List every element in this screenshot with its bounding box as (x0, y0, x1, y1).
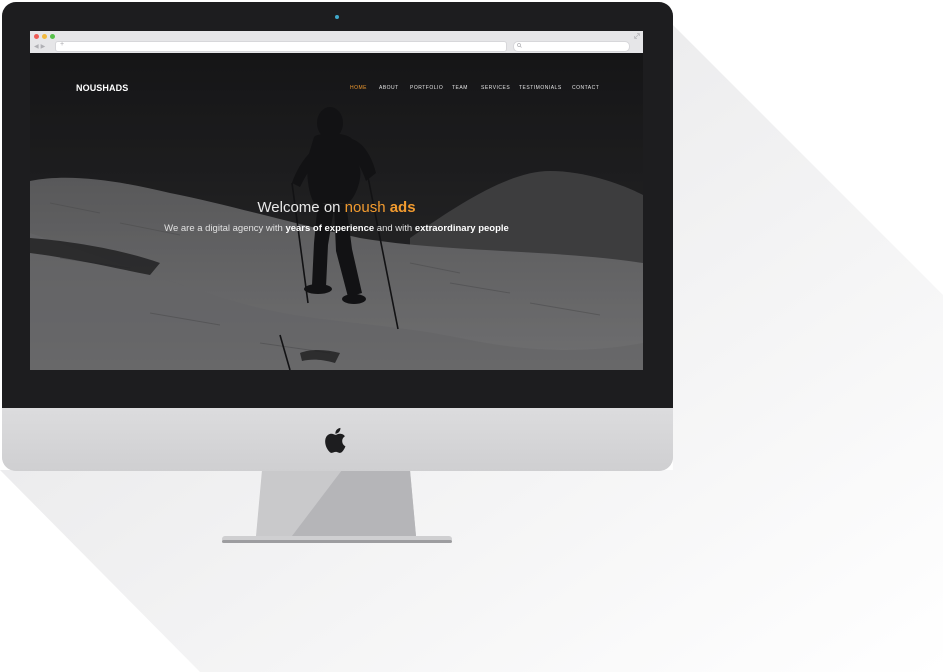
subtitle-part1: We are a digital agency with (164, 223, 286, 234)
hero-section: NOUSHADS HOME ABOUT PORTFOLIO TEAM SERVI… (30, 53, 643, 370)
nav-team[interactable]: TEAM (452, 85, 468, 91)
fullscreen-icon[interactable] (634, 33, 640, 39)
nav-portfolio[interactable]: PORTFOLIO (410, 85, 443, 91)
hero-subtitle: We are a digital agency with years of ex… (30, 223, 643, 234)
zoom-dot[interactable] (50, 34, 55, 39)
subtitle-part2: and with (374, 223, 415, 234)
nav-testimonials[interactable]: TESTIMONIALS (519, 85, 562, 91)
nav-menu: HOME ABOUT PORTFOLIO TEAM SERVICES TESTI… (30, 85, 643, 95)
search-icon (517, 43, 522, 48)
browser-search-field[interactable] (513, 41, 630, 52)
headline-accent: noush (344, 199, 386, 216)
monitor-stand (222, 470, 452, 543)
nav-contact[interactable]: CONTACT (572, 85, 599, 91)
nav-home[interactable]: HOME (350, 85, 367, 91)
hero-headline: Welcome on noush ads (30, 199, 643, 216)
browser-toolbar: ◀▶ + (30, 31, 643, 54)
subtitle-bold1: years of experience (285, 223, 375, 234)
camera-icon (335, 15, 339, 19)
apple-logo-icon (325, 427, 346, 453)
subtitle-bold2: extraordinary people (414, 223, 509, 234)
nav-services[interactable]: SERVICES (481, 85, 510, 91)
headline-accent-bold: ads (389, 199, 416, 216)
minimize-dot[interactable] (42, 34, 47, 39)
back-forward-arrows-icon[interactable]: ◀▶ (34, 43, 47, 50)
headline-prefix: Welcome on (257, 199, 345, 216)
address-bar[interactable]: + (55, 41, 507, 52)
close-dot[interactable] (34, 34, 39, 39)
add-tab-icon[interactable]: + (60, 41, 64, 48)
nav-about[interactable]: ABOUT (379, 85, 399, 91)
site-navbar: NOUSHADS HOME ABOUT PORTFOLIO TEAM SERVI… (30, 53, 643, 123)
monitor-screen: ◀▶ + NOUSHADS HOME ABOUT PORTFOLIO TEAM … (30, 31, 643, 370)
